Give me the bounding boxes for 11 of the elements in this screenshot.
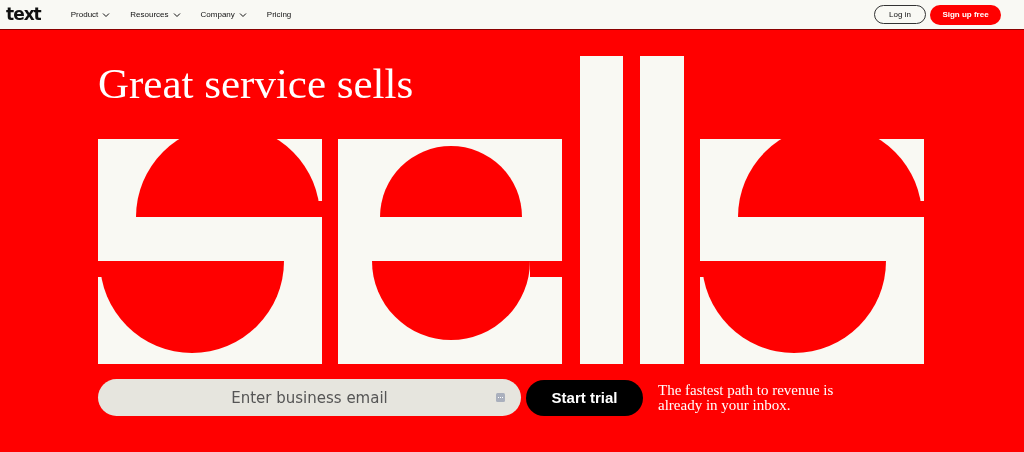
signup-button[interactable]: Sign up free <box>930 4 1001 25</box>
headline: Great service sells <box>98 60 414 108</box>
tagline: The fastest path to revenue is already in your inbox. <box>658 382 835 413</box>
email-field[interactable]: Enter business email <box>98 379 521 416</box>
nav-link[interactable]: Company <box>200 10 247 19</box>
start-trial-button[interactable]: Start trial <box>526 379 643 416</box>
nav-link[interactable]: Pricing <box>266 10 292 19</box>
logo[interactable]: text <box>6 6 41 23</box>
autofill-icon <box>496 393 505 402</box>
nav-link[interactable]: Resources <box>130 10 181 19</box>
nav-link[interactable]: Product <box>70 10 111 19</box>
